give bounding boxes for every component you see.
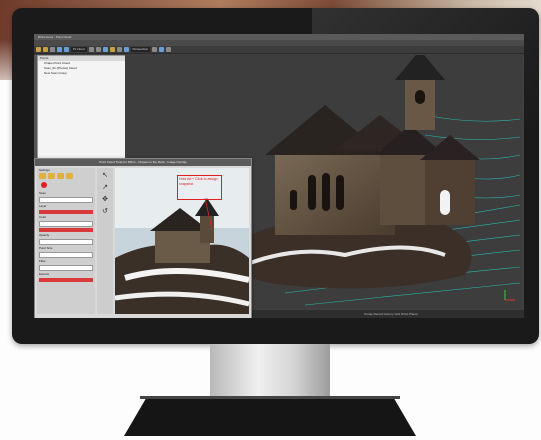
snapshot-icon[interactable] — [109, 47, 115, 52]
redo-icon[interactable] — [64, 47, 69, 52]
image-overlay-dialog: Point Cloud Tools for Rhino - Chapel on … — [34, 158, 252, 318]
chapel-model — [265, 55, 480, 235]
section-label: Opacity — [39, 233, 50, 237]
layers-icon[interactable] — [123, 47, 129, 52]
open-icon[interactable] — [36, 47, 41, 52]
status-right[interactable]: Osnap Record History Grid Ortho Planar — [364, 312, 418, 316]
layer-dropdown[interactable]: Pt Cloud — [71, 47, 87, 52]
section-label: Point Size — [39, 246, 53, 250]
red-annotation-box: Hold Alt + Click to assign snapshot — [177, 175, 222, 200]
axis-gizmo — [504, 290, 515, 301]
render-icon[interactable] — [116, 47, 122, 52]
dialog-icon-row — [37, 173, 95, 179]
select-arrow-icon[interactable]: ↖ — [101, 172, 109, 180]
overlay-photo[interactable]: Hold Alt + Click to assign snapshot — [115, 168, 249, 314]
color-bar[interactable] — [39, 228, 93, 232]
properties-icon[interactable] — [159, 47, 165, 52]
section-label: Color — [39, 215, 47, 219]
image-icon[interactable] — [57, 173, 64, 179]
screen: Rhinoceros - Point Cloud File Edit View … — [34, 34, 524, 318]
section-label: Filter — [39, 259, 46, 263]
undo-icon[interactable] — [57, 47, 62, 52]
section-label: Layer — [39, 204, 47, 208]
opacity-field[interactable] — [39, 239, 93, 245]
layer-color-bar[interactable] — [39, 210, 93, 214]
window-title: Rhinoceros - Point Cloud — [38, 35, 72, 39]
folder-open-icon[interactable] — [48, 173, 55, 179]
grid-icon[interactable] — [152, 47, 158, 52]
print-icon[interactable] — [50, 47, 55, 52]
folder-icon[interactable] — [39, 173, 46, 179]
camera-icon[interactable] — [66, 173, 73, 179]
scan-field[interactable] — [39, 197, 93, 203]
layer-tree-panel: Points Chapel Point Cloud Scan_01 (Photo… — [37, 55, 127, 161]
dialog-settings-panel: Settings Scan Layer Color Opacity Point … — [37, 168, 95, 314]
pan-arrow-icon[interactable]: ↗ — [101, 184, 109, 192]
options-icon[interactable] — [166, 47, 172, 52]
dialog-title: Point Cloud Tools for Rhino - Chapel on … — [35, 159, 251, 166]
color-field[interactable] — [39, 221, 93, 227]
rotate-icon[interactable]: ↺ — [101, 208, 109, 216]
tree-item[interactable]: New Scan Group — [38, 71, 126, 76]
dialog-tool-column: ↖ ↗ ✥ ↺ — [97, 168, 113, 314]
view-dropdown[interactable]: Perspective — [130, 47, 151, 52]
monitor-stand-neck — [210, 344, 330, 396]
stop-icon[interactable] — [41, 182, 47, 188]
save-icon[interactable] — [43, 47, 48, 52]
stand-base-highlight — [140, 396, 400, 399]
section-label: Extents — [39, 272, 50, 276]
pan-icon[interactable] — [88, 47, 94, 52]
point-size-field[interactable] — [39, 252, 93, 258]
monitor-stand-base — [124, 396, 416, 436]
section-label: Scan — [39, 191, 46, 195]
zoom-icon[interactable] — [102, 47, 108, 52]
move-icon[interactable]: ✥ — [101, 196, 109, 204]
main-toolbar: Pt Cloud Perspective — [34, 46, 524, 54]
extents-bar[interactable] — [39, 278, 93, 282]
rotate-icon[interactable] — [95, 47, 101, 52]
filter-field[interactable] — [39, 265, 93, 271]
